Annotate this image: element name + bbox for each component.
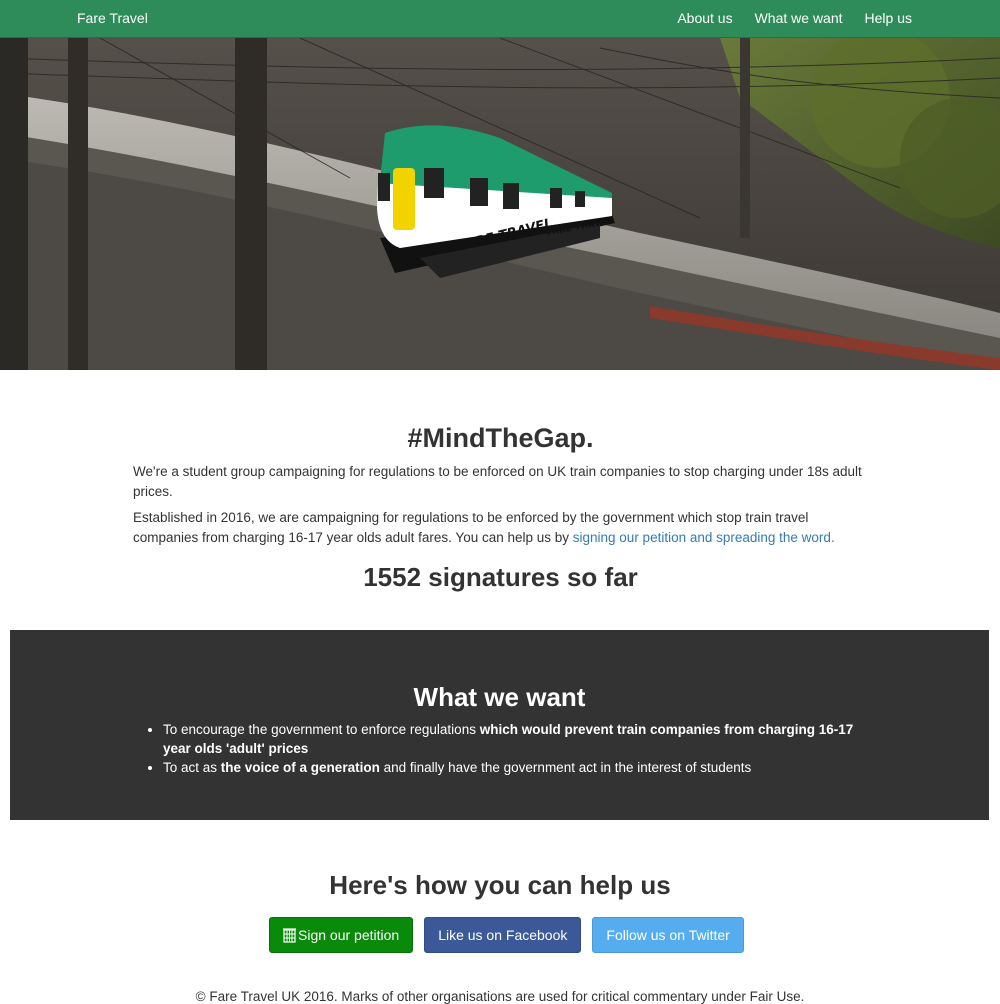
twitter-button[interactable]: Follow us on Twitter (592, 917, 744, 953)
hero-train-photo: FARE TRAVEL FARE TRAVEL (0, 38, 1000, 370)
help-title: Here's how you can help us (329, 870, 671, 900)
nav-links: About us What we want Help us (677, 10, 912, 26)
page-title: #MindTheGap. (407, 423, 594, 453)
what-we-want-section: What we want To encourage the government… (10, 630, 989, 820)
goals-list: To encourage the government to enforce r… (148, 720, 883, 777)
help-buttons: Sign our petition Like us on Facebook Fo… (269, 917, 744, 953)
help-section: Here's how you can help us Sign our peti… (0, 870, 1000, 953)
intro-paragraph-1: We're a student group campaigning for re… (133, 464, 862, 499)
signature-count: 1552 signatures so far (363, 562, 638, 592)
brand-link[interactable]: Fare Travel (77, 10, 148, 26)
nav-about-us[interactable]: About us (677, 10, 732, 26)
nav-what-we-want[interactable]: What we want (755, 10, 843, 26)
sign-petition-label: Sign our petition (298, 927, 400, 943)
goal-text-end: and finally have the government act in t… (379, 760, 752, 775)
hero-banner: FARE TRAVEL FARE TRAVEL (0, 38, 1000, 370)
facebook-button[interactable]: Like us on Facebook (424, 917, 582, 953)
intro-section: #MindTheGap. We're a student group campa… (133, 420, 868, 593)
goal-item: To encourage the government to enforce r… (163, 720, 883, 758)
intro-paragraph-2: Established in 2016, we are campaigning … (133, 508, 868, 548)
goal-text: To encourage the government to enforce r… (163, 722, 480, 737)
twitter-label: Follow us on Twitter (606, 927, 730, 943)
goal-item: To act as the voice of a generation and … (163, 758, 883, 777)
sign-petition-button[interactable]: Sign our petition (269, 917, 414, 953)
what-we-want-title: What we want (413, 682, 586, 712)
nav-help-us[interactable]: Help us (865, 10, 912, 26)
footer: © Fare Travel UK 2016. Marks of other or… (195, 989, 805, 1004)
facebook-label: Like us on Facebook (438, 927, 568, 943)
portcullis-icon (283, 927, 296, 943)
goal-text: To act as (163, 760, 221, 775)
goal-emphasis: the voice of a generation (220, 760, 380, 775)
petition-link[interactable]: signing our petition and spreading the w… (573, 530, 835, 545)
navbar: Fare Travel About us What we want Help u… (0, 0, 1000, 38)
